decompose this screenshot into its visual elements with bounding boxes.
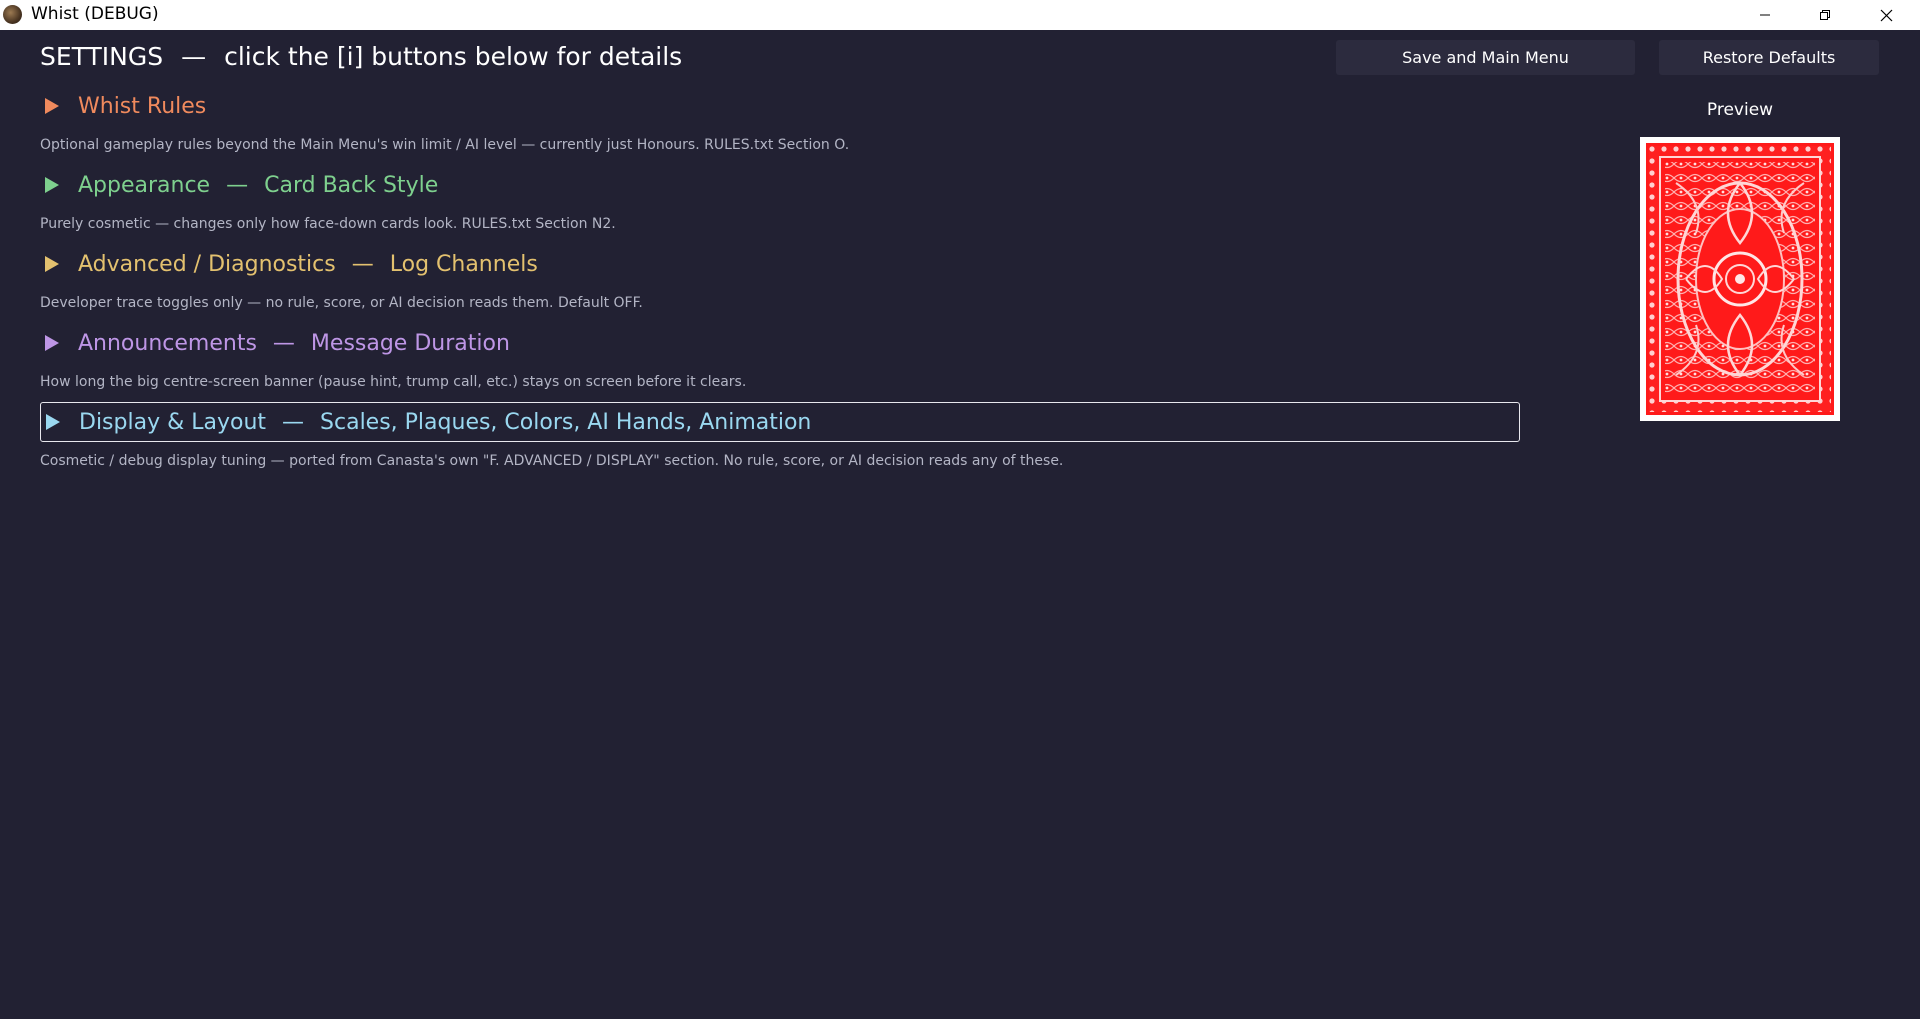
section-subtitle: Scales, Plaques, Colors, AI Hands, Anima… [320,409,812,435]
section-subtitle: Log Channels [389,251,538,277]
section-title: Appearance [78,172,211,198]
section-description: Optional gameplay rules beyond the Main … [40,137,850,153]
section-title: Advanced / Diagnostics [78,251,336,277]
close-icon [1880,9,1892,21]
section-advanced-diagnostics[interactable]: Advanced / Diagnostics — Log Channels [40,244,538,284]
restore-defaults-button[interactable]: Restore Defaults [1659,40,1879,75]
card-back-preview [1640,137,1840,421]
section-display-layout[interactable]: Display & Layout — Scales, Plaques, Colo… [40,402,1520,442]
section-separator: — [272,330,295,356]
expand-arrow-icon [46,414,60,430]
section-separator: — [351,251,374,277]
section-appearance[interactable]: Appearance — Card Back Style [40,165,438,205]
restore-window-icon [1820,10,1830,20]
window-titlebar: Whist (DEBUG) [0,0,1920,30]
section-separator: — [226,172,249,198]
expand-arrow-icon [45,177,59,193]
section-whist-rules[interactable]: Whist Rules [40,86,206,126]
section-title: Whist Rules [78,93,207,119]
section-subtitle: Card Back Style [264,172,439,198]
expand-arrow-icon [45,256,59,272]
section-separator: — [282,409,305,435]
preview-label: Preview [1706,100,1774,120]
section-title: Display & Layout [79,409,267,435]
restore-window-button[interactable] [1796,0,1854,30]
minimize-icon [1760,14,1770,16]
close-window-button[interactable] [1857,0,1915,30]
section-description: Purely cosmetic — changes only how face-… [40,216,616,232]
title-separator: — [181,42,207,71]
expand-arrow-icon [45,335,59,351]
section-description: Developer trace toggles only — no rule, … [40,295,643,311]
app-icon [3,5,22,24]
expand-arrow-icon [45,98,59,114]
section-description: How long the big centre-screen banner (p… [40,374,747,390]
section-subtitle: Message Duration [310,330,510,356]
card-back-pattern-icon [1646,143,1834,415]
save-and-main-menu-button[interactable]: Save and Main Menu [1336,40,1635,75]
minimize-button[interactable] [1736,0,1794,30]
section-title: Announcements [78,330,257,356]
settings-title: SETTINGS [40,42,164,71]
page-title: SETTINGS — click the [i] buttons below for… [40,42,682,71]
window-title: Whist (DEBUG) [31,4,159,24]
section-announcements[interactable]: Announcements — Message Duration [40,323,510,363]
settings-subtitle: click the [i] buttons below for details [224,42,683,71]
section-description: Cosmetic / debug display tuning — ported… [40,453,1064,469]
